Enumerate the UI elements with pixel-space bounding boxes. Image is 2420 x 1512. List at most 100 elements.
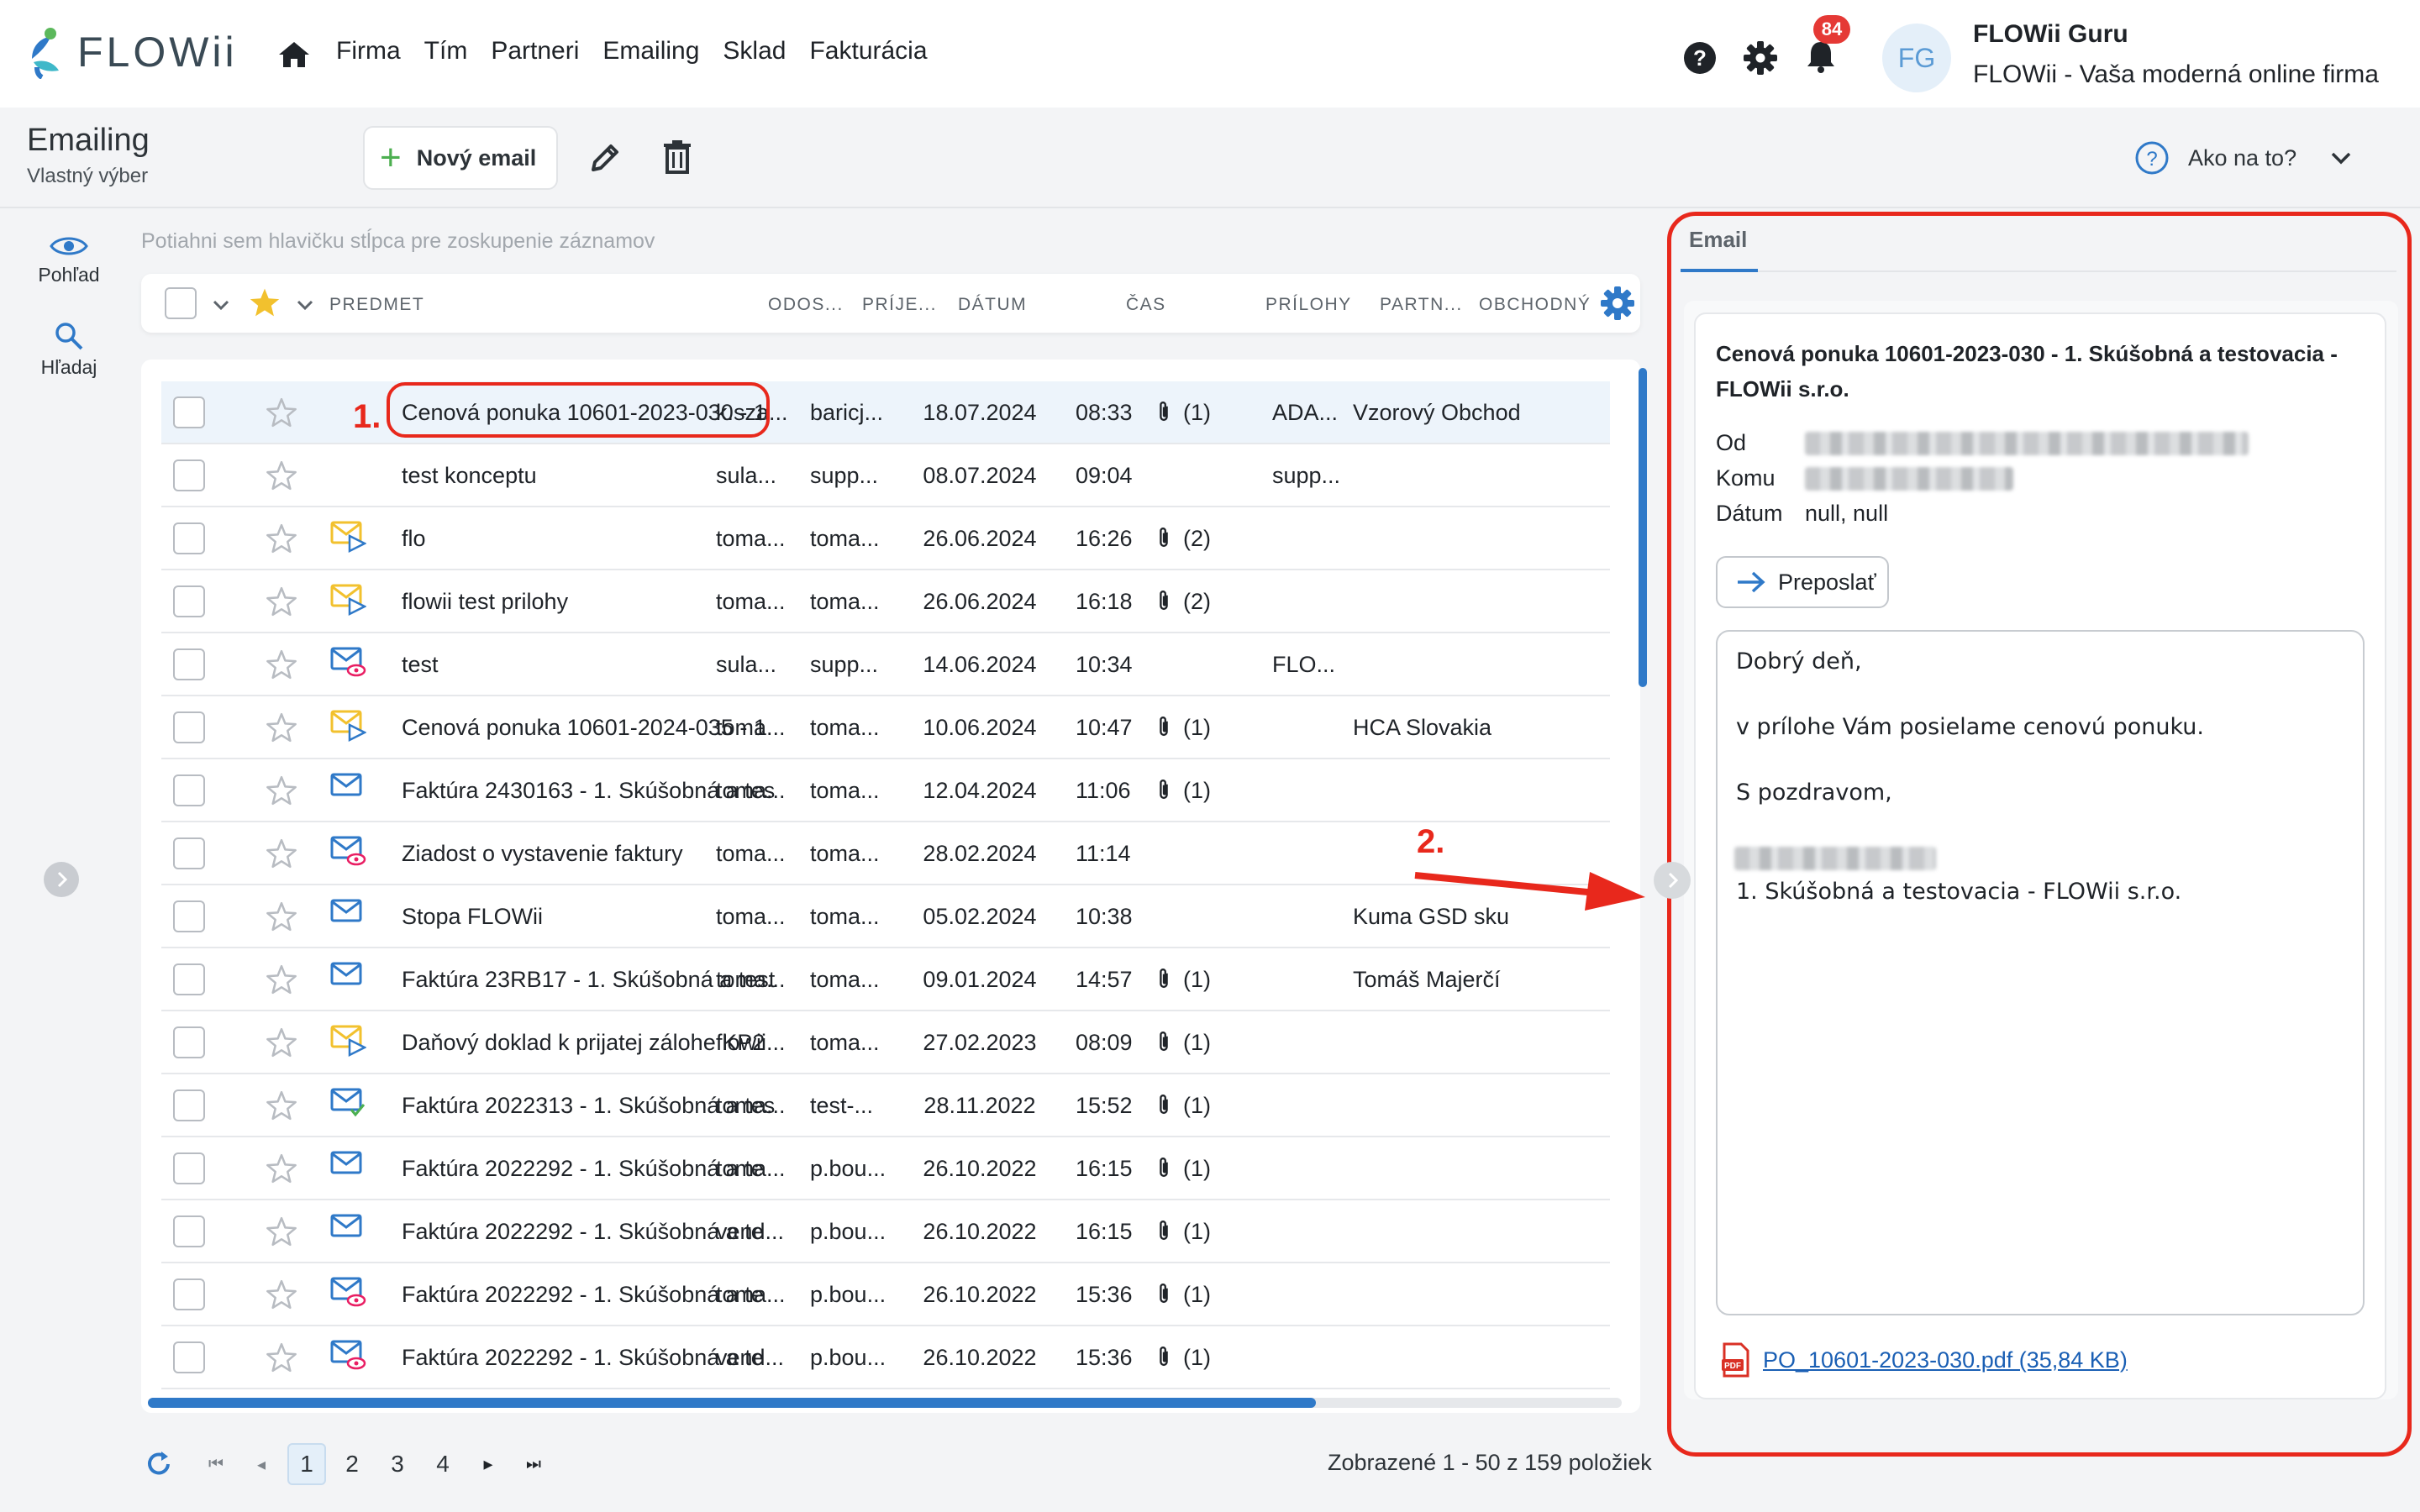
column-header-sender[interactable]: ODOS...	[768, 295, 844, 315]
table-row[interactable]: Ziadost o vystavenie faktury toma... toma.…	[161, 822, 1610, 885]
table-row[interactable]: test konceptu sula... supp... 08.07.2024 09:…	[161, 444, 1610, 507]
table-row[interactable]: test sula... supp... 14.06.2024 10:34 FLO...	[161, 633, 1610, 696]
how-to-dropdown[interactable]: ? Ako na to?	[2134, 133, 2420, 183]
new-email-button[interactable]: + Nový email	[363, 126, 558, 190]
column-header-attachments[interactable]: PRÍLOHY	[1265, 295, 1352, 315]
first-page-icon[interactable]: ⏮	[193, 1455, 239, 1474]
previous-page-icon[interactable]: ◂	[239, 1454, 284, 1475]
table-row[interactable]: flo toma... toma... 26.06.2024 16:26 (2)	[161, 507, 1610, 570]
row-checkbox[interactable]	[173, 459, 205, 491]
nav-item-firma[interactable]: Firma	[336, 37, 401, 66]
view-button[interactable]: Pohľad	[25, 234, 113, 286]
row-checkbox[interactable]	[173, 711, 205, 743]
nav-item-partneri[interactable]: Partneri	[491, 37, 579, 66]
nav-item-tim[interactable]: Tím	[424, 37, 468, 66]
column-header-subject[interactable]: PREDMET	[329, 295, 424, 315]
table-row[interactable]: Daňový doklad k prijatej zálohe KP2 flowi…	[161, 1011, 1610, 1074]
edit-icon[interactable]	[588, 141, 622, 175]
star-icon[interactable]	[266, 774, 297, 806]
star-icon[interactable]	[266, 1215, 297, 1247]
search-button[interactable]: Hľadaj	[25, 321, 113, 379]
star-icon[interactable]	[266, 1089, 297, 1121]
trash-icon[interactable]	[662, 139, 692, 175]
column-header-date[interactable]: DÁTUM	[958, 295, 1027, 315]
table-row[interactable]: Stopa FLOWii toma... toma... 05.02.2024 10:3…	[161, 885, 1610, 948]
row-recipient: p.bou...	[810, 1219, 886, 1244]
row-checkbox[interactable]	[173, 1278, 205, 1310]
page-2[interactable]: 2	[329, 1451, 375, 1478]
column-header-business[interactable]: OBCHODNÝ	[1479, 295, 1591, 315]
page-3[interactable]: 3	[375, 1451, 420, 1478]
vertical-scrollbar[interactable]	[1639, 368, 1647, 687]
user-name[interactable]: FLOWii Guru	[1973, 20, 2128, 49]
row-checkbox[interactable]	[173, 1341, 205, 1373]
column-header-time[interactable]: ČAS	[1126, 295, 1166, 315]
horizontal-scrollbar[interactable]	[148, 1398, 1316, 1408]
table-row[interactable]: Faktúra 2022292 - 1. Skúšobná a te toma..…	[161, 1137, 1610, 1200]
nav-item-sklad[interactable]: Sklad	[723, 37, 786, 66]
row-checkbox[interactable]	[173, 1152, 205, 1184]
star-filter-icon[interactable]	[249, 287, 281, 318]
mail-delivered-icon	[330, 1088, 366, 1117]
row-checkbox[interactable]	[173, 963, 205, 995]
table-row[interactable]: Faktúra 23RB17 - 1. Skúšobná a test toma.…	[161, 948, 1610, 1011]
page-4[interactable]: 4	[420, 1451, 466, 1478]
sidebar-expand-button[interactable]	[44, 862, 79, 897]
help-icon[interactable]: ?	[1682, 40, 1718, 76]
row-checkbox[interactable]	[173, 396, 205, 428]
row-date: 26.06.2024	[923, 526, 1037, 551]
column-header-partner[interactable]: PARTN...	[1380, 295, 1463, 315]
star-icon[interactable]	[266, 900, 297, 932]
row-sender: sula...	[716, 463, 777, 488]
user-company: FLOWii - Vaša moderná online firma	[1973, 60, 2379, 88]
page-1[interactable]: 1	[287, 1443, 326, 1485]
row-checkbox[interactable]	[173, 585, 205, 617]
star-icon[interactable]	[266, 1341, 297, 1373]
table-row[interactable]: Faktúra 2022313 - 1. Skúšobná a tes toma.…	[161, 1074, 1610, 1137]
panel-collapse-handle[interactable]	[1654, 862, 1691, 899]
star-icon[interactable]	[266, 522, 297, 554]
table-row[interactable]: Faktúra 2022292 - 1. Skúšobná a te toma..…	[161, 1263, 1610, 1326]
row-checkbox[interactable]	[173, 1215, 205, 1247]
star-icon[interactable]	[266, 459, 297, 491]
gear-icon[interactable]	[1743, 40, 1778, 76]
chevron-down-icon[interactable]	[212, 299, 230, 311]
star-icon[interactable]	[266, 963, 297, 995]
refresh-icon[interactable]	[143, 1448, 175, 1480]
nav-item-fakturacia[interactable]: Fakturácia	[809, 37, 927, 66]
column-header-recipient[interactable]: PRÍJE...	[862, 295, 937, 315]
row-checkbox[interactable]	[173, 1026, 205, 1058]
star-icon[interactable]	[266, 837, 297, 869]
table-row[interactable]: Cenová ponuka 10601-2024-035 - 1 toma... t…	[161, 696, 1610, 759]
star-icon[interactable]	[266, 1278, 297, 1310]
star-icon[interactable]	[266, 585, 297, 617]
row-checkbox[interactable]	[173, 837, 205, 869]
table-row[interactable]: Faktúra 2022292 - 1. Skúšobná a te vend..…	[161, 1326, 1610, 1389]
flowii-logo[interactable]: FLOWii	[25, 25, 238, 79]
row-checkbox[interactable]	[173, 774, 205, 806]
row-checkbox[interactable]	[173, 900, 205, 932]
bell-icon[interactable]	[1803, 39, 1839, 74]
table-row[interactable]: flowii test prilohy toma... toma... 26.06.2…	[161, 570, 1610, 633]
mail-sent-icon	[330, 710, 366, 743]
column-settings-icon[interactable]	[1600, 286, 1635, 321]
star-icon[interactable]	[266, 1026, 297, 1058]
star-icon[interactable]	[266, 711, 297, 743]
row-business: Tomáš Majerčí	[1353, 967, 1501, 992]
select-all-checkbox[interactable]	[165, 287, 197, 319]
star-icon[interactable]	[266, 396, 297, 428]
avatar[interactable]: FG	[1882, 24, 1951, 92]
chevron-down-icon[interactable]	[296, 299, 314, 311]
next-page-icon[interactable]: ▸	[466, 1453, 511, 1475]
star-icon[interactable]	[266, 648, 297, 680]
table-row[interactable]: Faktúra 2430163 - 1. Skúšobná a tes toma.…	[161, 759, 1610, 822]
row-checkbox[interactable]	[173, 1089, 205, 1121]
row-checkbox[interactable]	[173, 522, 205, 554]
nav-item-emailing[interactable]: Emailing	[602, 37, 699, 66]
home-icon[interactable]	[277, 40, 311, 69]
mail-sent-icon	[330, 521, 366, 554]
row-checkbox[interactable]	[173, 648, 205, 680]
star-icon[interactable]	[266, 1152, 297, 1184]
last-page-icon[interactable]: ⏭	[511, 1455, 556, 1474]
table-row[interactable]: Faktúra 2022292 - 1. Skúšobná a te vend..…	[161, 1200, 1610, 1263]
